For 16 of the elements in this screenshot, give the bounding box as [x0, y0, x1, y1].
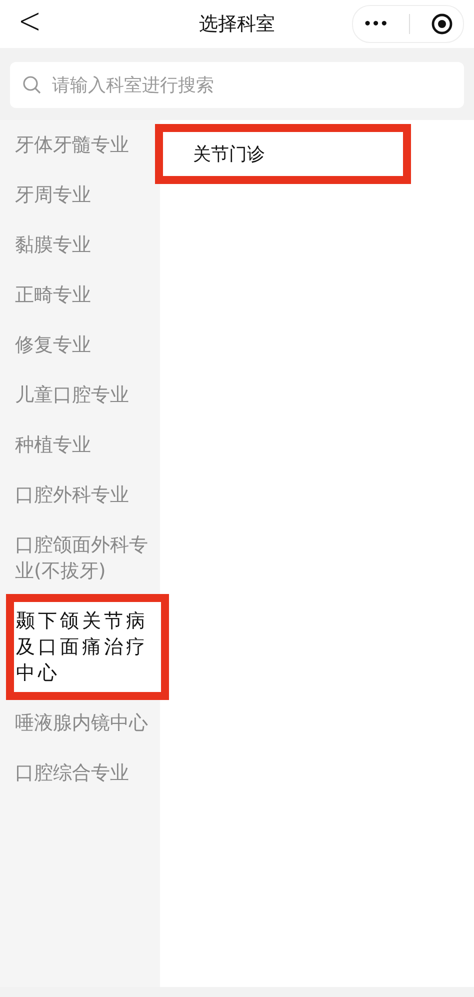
department-item[interactable]: 口腔外科专业: [0, 470, 166, 520]
department-item[interactable]: 口腔综合专业: [0, 748, 166, 798]
department-item[interactable]: 正畸专业: [0, 270, 166, 320]
department-item[interactable]: 唾液腺内镜中心: [0, 698, 166, 748]
page-title: 选择科室: [199, 12, 275, 37]
search-icon: [22, 75, 42, 95]
department-item[interactable]: 口腔颌面外科专业(不拔牙): [0, 520, 166, 596]
department-item[interactable]: 儿童口腔专业: [0, 370, 166, 420]
department-item[interactable]: 黏膜专业: [0, 220, 166, 270]
clinic-item[interactable]: 关节门诊: [155, 124, 411, 184]
department-item[interactable]: 种植专业: [0, 420, 166, 470]
department-item[interactable]: 修复专业: [0, 320, 166, 370]
search-field[interactable]: 请输入科室进行搜索: [10, 62, 464, 108]
back-button[interactable]: <: [18, 0, 42, 42]
more-button[interactable]: •••: [363, 16, 388, 32]
department-item[interactable]: 颞下颌关节病及口面痛治疗中心: [8, 596, 167, 698]
